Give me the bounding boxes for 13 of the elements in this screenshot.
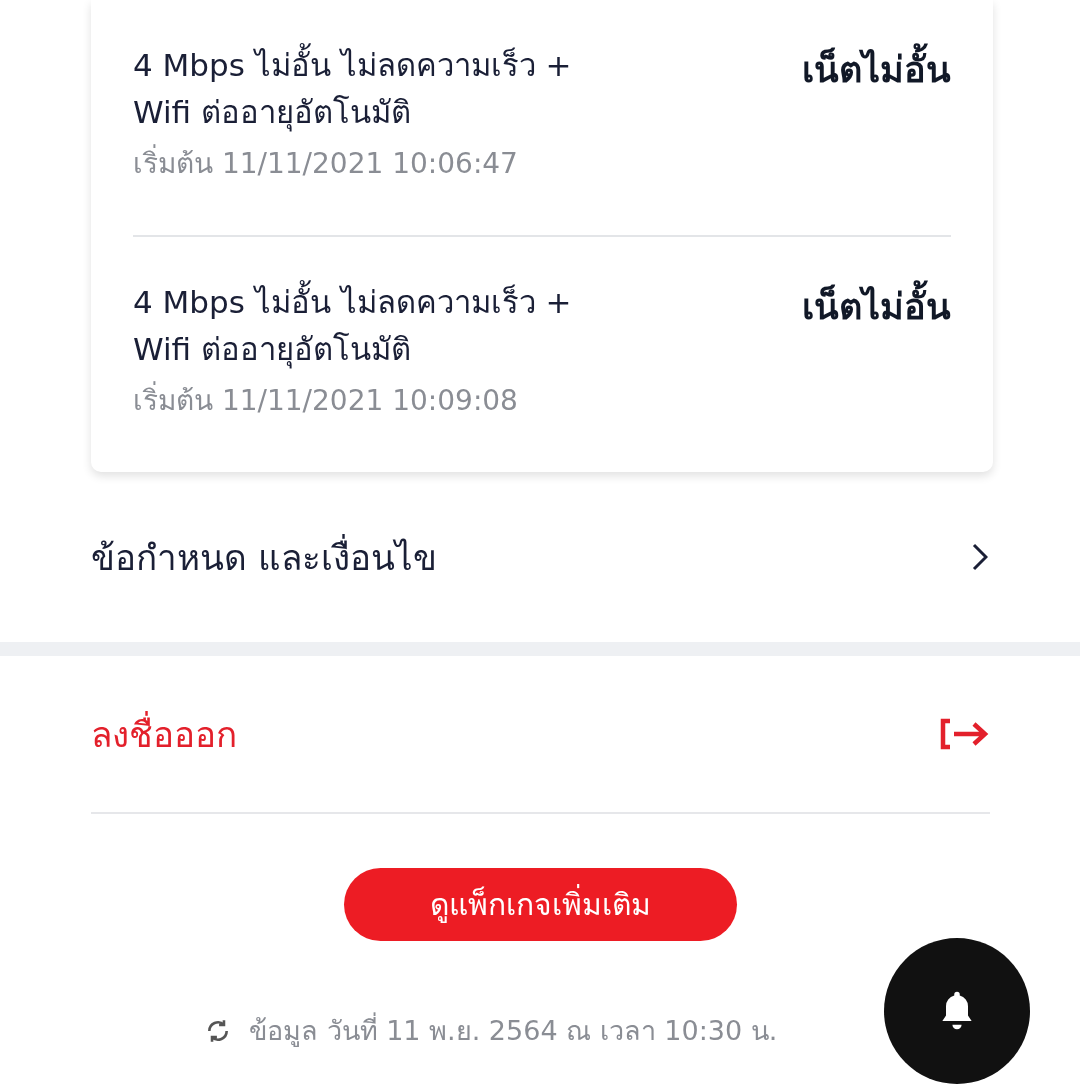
update-info: ข้อมูล วันที่ 11 พ.ย. 2564 ณ เวลา 10:30 น. (249, 1009, 778, 1052)
chevron-right-icon (972, 543, 988, 571)
package-type: เน็ตไม่อั้น (802, 42, 951, 98)
start-date: เริ่มต้น 11/11/2021 10:09:08 (133, 379, 633, 423)
package-type: เน็ตไม่อั้น (802, 279, 951, 335)
refresh-icon (205, 1017, 231, 1044)
package-title: 4 Mbps ไม่อั้น ไม่ลดความเร็ว + Wifi ต่ออายุอัตโนมัติ (133, 279, 633, 373)
terms-link[interactable]: ข้อกำหนด และเงื่อนไข (91, 529, 438, 585)
logout-link[interactable]: ลงชื่อออก (91, 706, 237, 762)
more-packages-button[interactable]: ดูแพ็กเกจเพิ่มเติม (343, 868, 737, 941)
logout-icon[interactable] (940, 718, 990, 750)
start-date: เริ่มต้น 11/11/2021 10:06:47 (133, 142, 633, 186)
package-title: 4 Mbps ไม่อั้น ไม่ลดความเร็ว + Wifi ต่ออายุอัตโนมัติ (133, 42, 633, 136)
